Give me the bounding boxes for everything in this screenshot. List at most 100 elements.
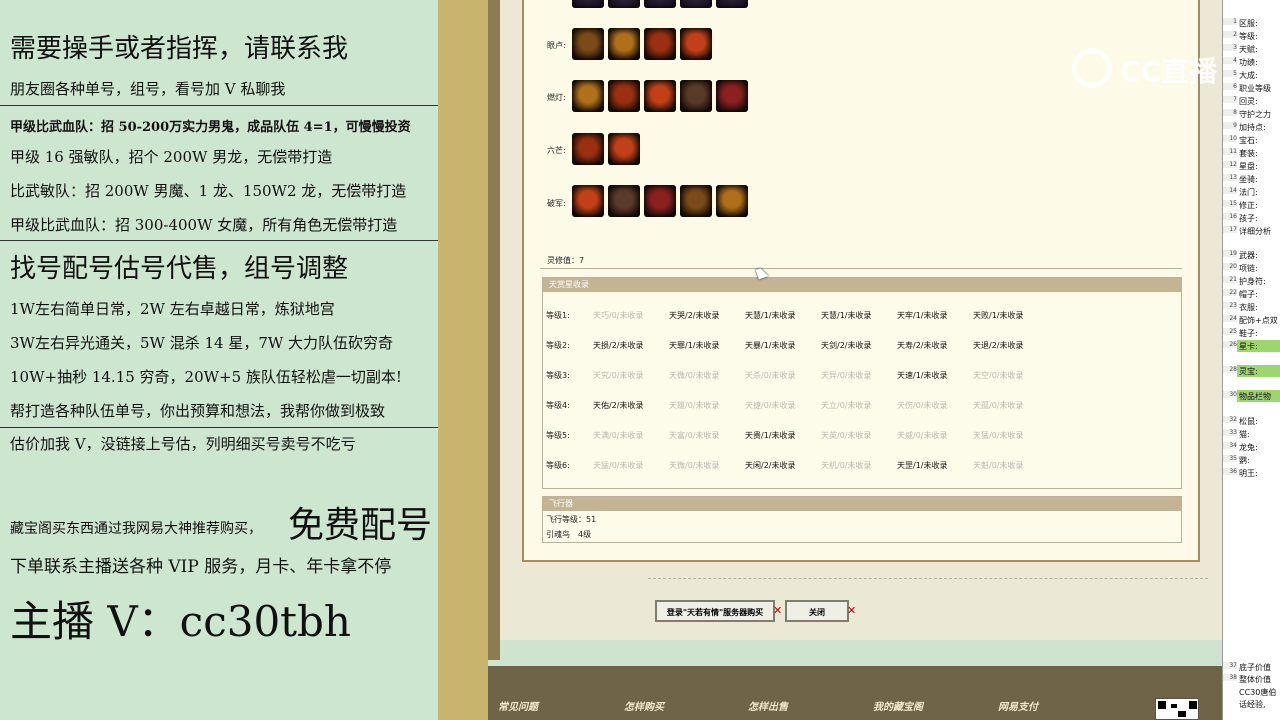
sheet-cell[interactable]: 法门: [1239,187,1258,198]
sheet-cell[interactable]: 大成: [1239,70,1258,81]
row-number: 32 [1223,416,1237,423]
sheet-cell[interactable]: 明王: [1239,468,1258,479]
sheet-cell[interactable]: 底子价值 [1239,662,1271,673]
row-number: 14 [1223,187,1237,194]
nav-how-sell[interactable]: 怎样出售 [748,698,788,713]
promo-text: 估价加我 V，没链接上号估，列明细买号卖号不吃亏 [10,435,356,453]
star-entry: 天空/0/未收录 [973,371,1024,380]
row-number: 17 [1223,226,1237,233]
equip-item-icon[interactable] [680,28,712,60]
equip-item-icon[interactable] [608,185,640,217]
equip-item-icon[interactable] [680,185,712,217]
row-number: 33 [1223,429,1237,436]
row-number: 37 [1223,662,1237,669]
sheet-cell[interactable]: 猫: [1239,429,1250,440]
star-entry: 天魁/0/未收录 [973,461,1024,470]
equip-item-icon[interactable] [680,80,712,112]
equip-item-icon[interactable] [644,0,676,8]
sheet-cell[interactable]: CC30唐伯 [1239,687,1276,698]
star-level-label: 等级6: [546,461,570,470]
star-entry: 天退/2/未收录 [973,341,1024,350]
sheet-cell[interactable]: 松鼠: [1239,416,1258,427]
sheet-cell[interactable]: 天赋: [1239,44,1258,55]
equip-item-icon[interactable] [608,80,640,112]
sheet-cell[interactable]: 鹦: [1239,455,1250,466]
sheet-cell[interactable]: 回灵: [1239,96,1258,107]
sheet-cell[interactable]: 套装: [1239,148,1258,159]
equip-item-icon[interactable] [572,133,604,165]
sheet-cell[interactable]: 坐骑: [1239,174,1258,185]
equip-item-icon[interactable] [716,185,748,217]
qr-code-icon [1155,698,1199,720]
sheet-cell[interactable]: 灵宝: [1239,366,1258,377]
sheet-cell[interactable]: 修正: [1239,200,1258,211]
equip-item-icon[interactable] [644,28,676,60]
sheet-cell[interactable]: 物品栏物 [1239,391,1271,402]
star-entry: 天满/0/未收录 [593,431,644,440]
star-entry: 天损/2/未收录 [593,341,644,350]
sheet-cell[interactable]: 武器: [1239,250,1258,261]
sheet-cell[interactable]: 龙兔: [1239,442,1258,453]
sheet-cell[interactable]: 区服: [1239,18,1258,29]
close-icon[interactable]: ✕ [773,604,782,617]
cc-logo-icon [1072,48,1112,88]
sheet-cell[interactable]: 星卡: [1239,341,1258,352]
close-icon[interactable]: ✕ [847,604,856,617]
login-server-buy-button[interactable]: 登录"天若有情"服务器购买 [655,600,775,622]
logo-text: CC直播 [1120,55,1218,88]
sheet-cell[interactable]: 等级: [1239,31,1258,42]
close-button[interactable]: 关闭 [785,600,849,622]
sheet-cell[interactable]: 宝石: [1239,135,1258,146]
equip-item-icon[interactable] [644,185,676,217]
star-entry: 天威/0/未收录 [897,431,948,440]
sheet-cell[interactable]: 衣服: [1239,302,1258,313]
spreadsheet-panel: 1 区服: 2 等级: 3 天赋: 4 功绩: 5 大成: 6 职业等级 7 回灵: 8 守护之力 9 加持点: 1… [1222,0,1280,720]
star-entry: 天杀/0/未收录 [745,371,796,380]
row-number: 2 [1223,31,1237,38]
nav-netease-pay[interactable]: 网易支付 [998,698,1038,713]
equip-item-icon[interactable] [572,28,604,60]
sheet-cell[interactable]: 帽子: [1239,289,1258,300]
equip-row-label: 六芒: [547,146,566,155]
equip-item-icon[interactable] [608,28,640,60]
promo-text: 甲级比武血队：招 300-400W 女魔，所有角色无偿带打造 [10,216,398,234]
nav-faq[interactable]: 常见问题 [498,698,538,713]
star-entry: 天巧/0/未收录 [593,311,644,320]
promo-text: 帮打造各种队伍单号，你出预算和想法，我帮你做到极致 [10,402,386,420]
sheet-cell[interactable]: 职业等级 [1239,83,1271,94]
sheet-cell[interactable]: 详细分析 [1239,226,1271,237]
star-entry: 天异/0/未收录 [821,371,872,380]
sheet-cell[interactable]: 项链: [1239,263,1258,274]
sheet-cell[interactable]: 整体价值 [1239,674,1271,685]
star-collection-panel: 天赏星收录 [542,277,1182,489]
equip-item-icon[interactable] [572,80,604,112]
row-number: 36 [1223,468,1237,475]
sheet-cell[interactable]: 话经验, [1239,699,1266,710]
row-number: 8 [1223,109,1237,116]
star-level-label: 等级3: [546,371,570,380]
sheet-cell[interactable]: 星盘: [1239,161,1258,172]
row-number: 22 [1223,289,1237,296]
nav-my-cbg[interactable]: 我的藏宝阁 [873,698,923,713]
equip-item-icon[interactable] [680,0,712,8]
flight-bird: 引魂鸟 4级 [546,530,592,539]
star-entry: 天牢/1/未收录 [897,311,948,320]
sheet-cell[interactable]: 孩子: [1239,213,1258,224]
equip-item-icon[interactable] [572,185,604,217]
equip-item-icon[interactable] [608,0,640,8]
sheet-cell[interactable]: 配饰+点双 [1239,315,1278,326]
equip-item-icon[interactable] [572,0,604,8]
nav-how-buy[interactable]: 怎样购买 [624,698,664,713]
equip-item-icon[interactable] [716,0,748,8]
sheet-cell[interactable]: 鞋子: [1239,328,1258,339]
sheet-cell[interactable]: 功绩: [1239,57,1258,68]
sheet-cell[interactable]: 护身符: [1239,276,1266,287]
equip-item-icon[interactable] [644,80,676,112]
equip-item-icon[interactable] [608,133,640,165]
sheet-cell[interactable]: 守护之力 [1239,109,1271,120]
panel-title: 天赏星收录 [543,278,1181,292]
divider [0,240,438,241]
sheet-cell[interactable]: 加持点: [1239,122,1266,133]
equip-item-icon[interactable] [716,80,748,112]
star-entry: 天败/1/未收录 [973,311,1024,320]
